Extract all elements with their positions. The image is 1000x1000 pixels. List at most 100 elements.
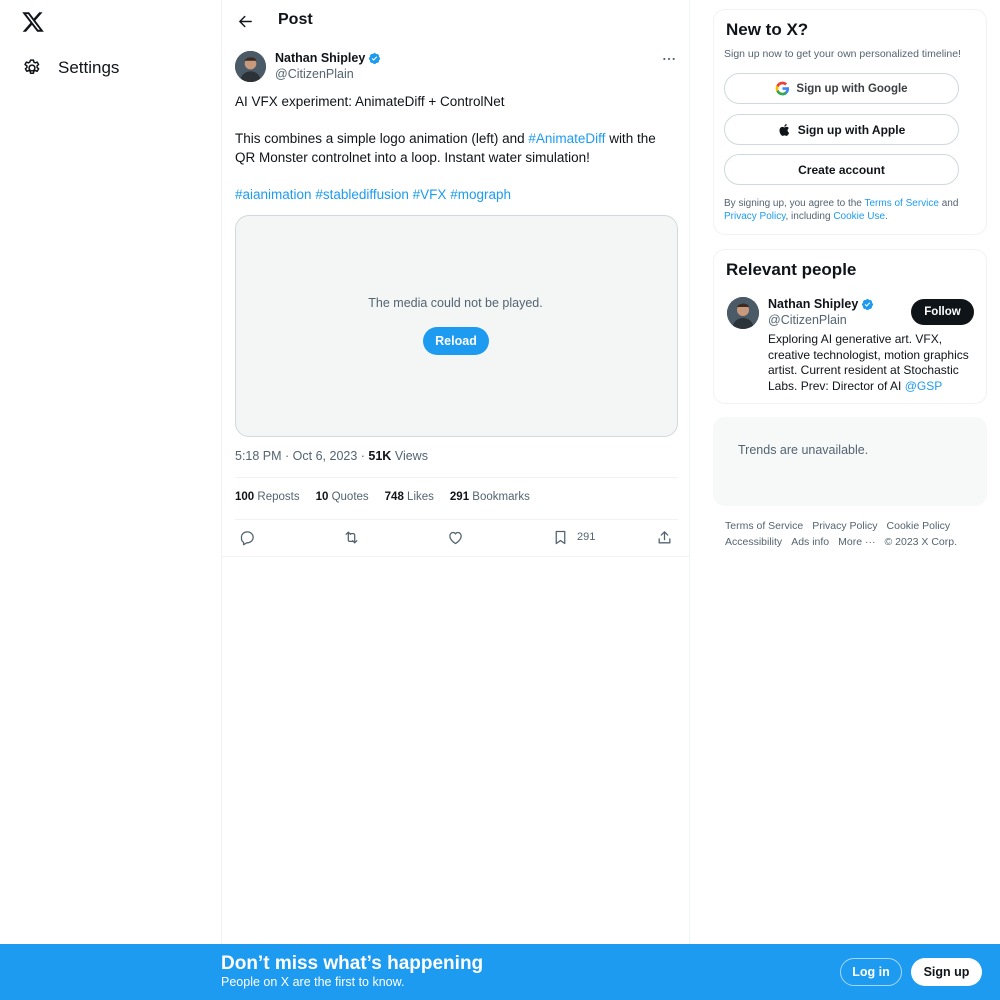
nav-settings[interactable]: Settings: [12, 50, 129, 86]
hashtag-link[interactable]: #aianimation: [235, 187, 312, 202]
post-text-para2-before: This combines a simple logo animation (l…: [235, 131, 529, 146]
post-stats: 100 Reposts 10 Quotes 748 Likes 291 Book…: [235, 491, 530, 503]
verified-badge-icon: [369, 52, 381, 64]
likes-stat[interactable]: 748 Likes: [385, 491, 434, 503]
reply-button[interactable]: [239, 526, 256, 548]
terms-link[interactable]: Terms of Service: [864, 198, 938, 209]
author-handle[interactable]: @CitizenPlain: [275, 67, 354, 81]
heart-icon: [449, 531, 462, 544]
footer-more-button[interactable]: More ···: [838, 536, 875, 548]
relevant-people-title: Relevant people: [726, 260, 857, 279]
legal-text: By signing up, you agree to the: [724, 198, 865, 209]
cookie-link[interactable]: Cookie Use: [833, 211, 885, 222]
relevant-person-name[interactable]: Nathan Shipley: [768, 297, 874, 311]
footer-links: Terms of Service Privacy Policy Cookie Pol…: [725, 518, 987, 550]
more-dots-icon: [663, 57, 675, 61]
share-icon: [658, 530, 671, 543]
trends-message: Trends are unavailable.: [738, 443, 869, 457]
bookmarks-label: Bookmarks: [472, 491, 530, 503]
signup-google-button[interactable]: Sign up with Google: [724, 73, 959, 104]
signup-legal-text: By signing up, you agree to the Terms of…: [724, 197, 980, 223]
login-button[interactable]: Log in: [840, 958, 902, 986]
banner-title: Don’t miss what’s happening: [221, 953, 484, 974]
repost-icon: [345, 531, 358, 543]
bookmark-button[interactable]: 291: [552, 526, 595, 548]
footer-copyright: © 2023 X Corp.: [884, 536, 958, 548]
post-timestamp: 5:18 PM · Oct 6, 2023 · 51K Views: [235, 449, 428, 463]
arrow-left-icon: [238, 15, 252, 27]
signup-button[interactable]: Sign up: [911, 958, 982, 986]
quotes-count: 10: [315, 491, 329, 503]
bookmark-count: 291: [577, 531, 596, 543]
banner-subtitle: People on X are the first to know.: [221, 975, 405, 989]
legal-text: and: [938, 198, 959, 209]
quotes-label: Quotes: [331, 491, 369, 503]
avatar[interactable]: [727, 297, 759, 329]
apple-icon: [779, 123, 789, 136]
google-icon: [776, 81, 790, 96]
signup-subtitle: Sign up now to get your own personalized…: [724, 48, 961, 60]
hashtag-link[interactable]: #stablediffusion: [315, 187, 409, 202]
privacy-link[interactable]: Privacy Policy: [724, 211, 786, 222]
hashtag-link[interactable]: #mograph: [450, 187, 511, 202]
footer-privacy-link[interactable]: Privacy Policy: [812, 520, 877, 532]
author-name-text[interactable]: Nathan Shipley: [275, 51, 365, 65]
media-error-message: The media could not be played.: [368, 296, 543, 310]
footer-accessibility-link[interactable]: Accessibility: [725, 536, 782, 548]
post-date[interactable]: Oct 6, 2023: [293, 449, 358, 463]
bookmark-icon: [555, 530, 566, 544]
create-account-button[interactable]: Create account: [724, 154, 959, 185]
hashtag-link[interactable]: #VFX: [413, 187, 447, 202]
post-text: AI VFX experiment: AnimateDiff + Control…: [235, 92, 675, 222]
divider: [222, 556, 689, 557]
footer-ads-link[interactable]: Ads info: [791, 536, 829, 548]
like-button[interactable]: [447, 526, 464, 548]
divider: [235, 519, 678, 520]
post-time[interactable]: 5:18 PM: [235, 449, 282, 463]
post-hashtags: #aianimation #stablediffusion #VFX #mogr…: [235, 185, 675, 204]
gear-icon: [24, 59, 40, 74]
bookmarks-count: 291: [449, 491, 470, 503]
post-actions: 291: [235, 526, 678, 550]
signup-apple-button[interactable]: Sign up with Apple: [724, 114, 959, 145]
reply-icon: [240, 530, 254, 545]
repost-button[interactable]: [343, 526, 360, 548]
post-text-para2: This combines a simple logo animation (l…: [235, 129, 675, 167]
bookmarks-stat[interactable]: 291 Bookmarks: [450, 491, 530, 503]
author-name[interactable]: Nathan Shipley: [275, 51, 381, 65]
views-label: Views: [394, 449, 428, 463]
hashtag-link[interactable]: #AnimateDiff: [528, 131, 605, 146]
page-title: Post: [278, 11, 313, 28]
likes-label: Likes: [407, 491, 434, 503]
divider: [235, 477, 678, 478]
quotes-stat[interactable]: 10 Quotes: [316, 491, 369, 503]
media-container: [235, 215, 678, 437]
reload-button[interactable]: Reload: [423, 327, 489, 355]
x-logo-icon[interactable]: [21, 10, 45, 34]
trends-card: Trends are unavailable.: [713, 417, 987, 506]
signup-apple-label: Sign up with Apple: [797, 122, 906, 137]
more-options-button[interactable]: [661, 52, 677, 66]
relevant-people-card: Relevant people Nathan Shipley @CitizenP…: [713, 249, 987, 404]
main-column: Post Nathan Shipley @CitizenPlain AI VFX…: [221, 0, 690, 944]
settings-label: Settings: [58, 58, 120, 77]
share-button[interactable]: [656, 526, 673, 548]
post-text-line1: AI VFX experiment: AnimateDiff + Control…: [235, 94, 505, 109]
legal-text: , including: [785, 211, 834, 222]
left-nav: Settings: [0, 0, 221, 944]
signup-title: New to X?: [726, 20, 809, 39]
likes-count: 748: [384, 491, 404, 503]
relevant-person-handle[interactable]: @CitizenPlain: [768, 313, 847, 327]
relevant-person-name-text[interactable]: Nathan Shipley: [768, 297, 858, 311]
footer-cookie-link[interactable]: Cookie Policy: [887, 520, 951, 532]
views-count: 51K: [368, 449, 392, 463]
footer-terms-link[interactable]: Terms of Service: [725, 520, 803, 532]
avatar[interactable]: [235, 51, 266, 82]
back-button[interactable]: [234, 10, 256, 32]
verified-badge-icon: [862, 298, 874, 310]
follow-button[interactable]: Follow: [911, 299, 974, 325]
reposts-count: 100: [235, 491, 255, 503]
reposts-stat[interactable]: 100 Reposts: [235, 491, 300, 503]
bio-mention-link[interactable]: @GSP: [905, 379, 943, 393]
relevant-person-bio: Exploring AI generative art. VFX, creati…: [768, 332, 978, 394]
